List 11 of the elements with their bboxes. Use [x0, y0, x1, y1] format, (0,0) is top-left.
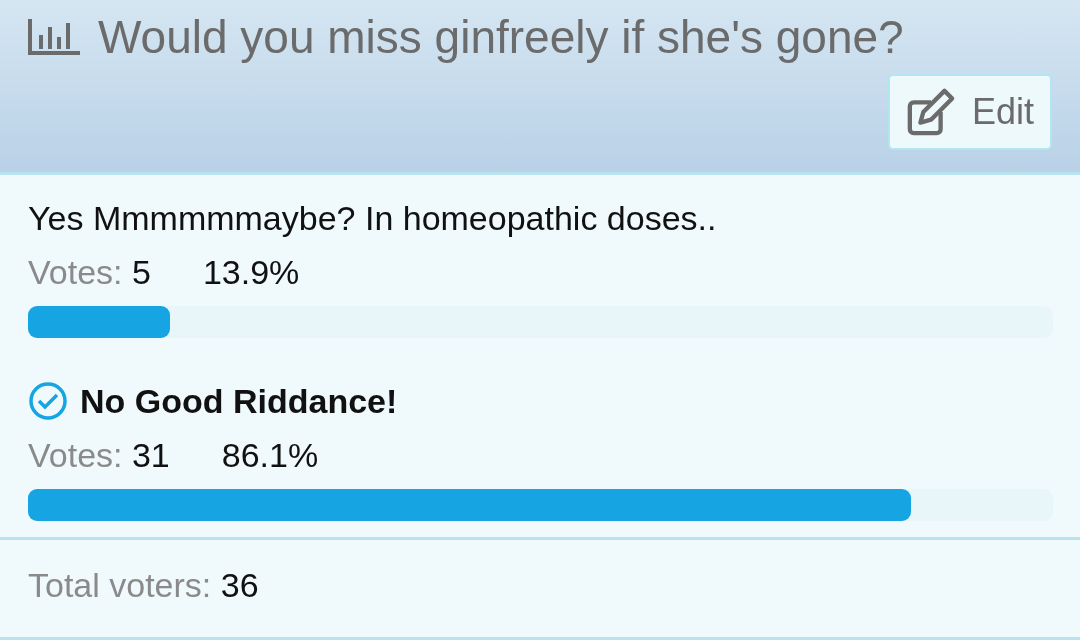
total-voters: Total voters: 36 [28, 566, 259, 604]
option-text: No Good Riddance! [80, 381, 398, 421]
edit-button[interactable]: Edit [887, 74, 1052, 150]
vote-percent: 13.9% [202, 253, 300, 292]
votes-count: Votes: 31 [28, 436, 170, 475]
edit-icon [905, 87, 956, 137]
poll-title: Would you miss ginfreely if she's gone? [98, 10, 904, 64]
bar-chart-icon [26, 17, 82, 57]
vote-percent: 86.1% [221, 436, 319, 475]
option-text: Yes Mmmmmmaybe? In homeopathic doses.. [28, 198, 717, 238]
votes-count: Votes: 5 [28, 253, 151, 292]
